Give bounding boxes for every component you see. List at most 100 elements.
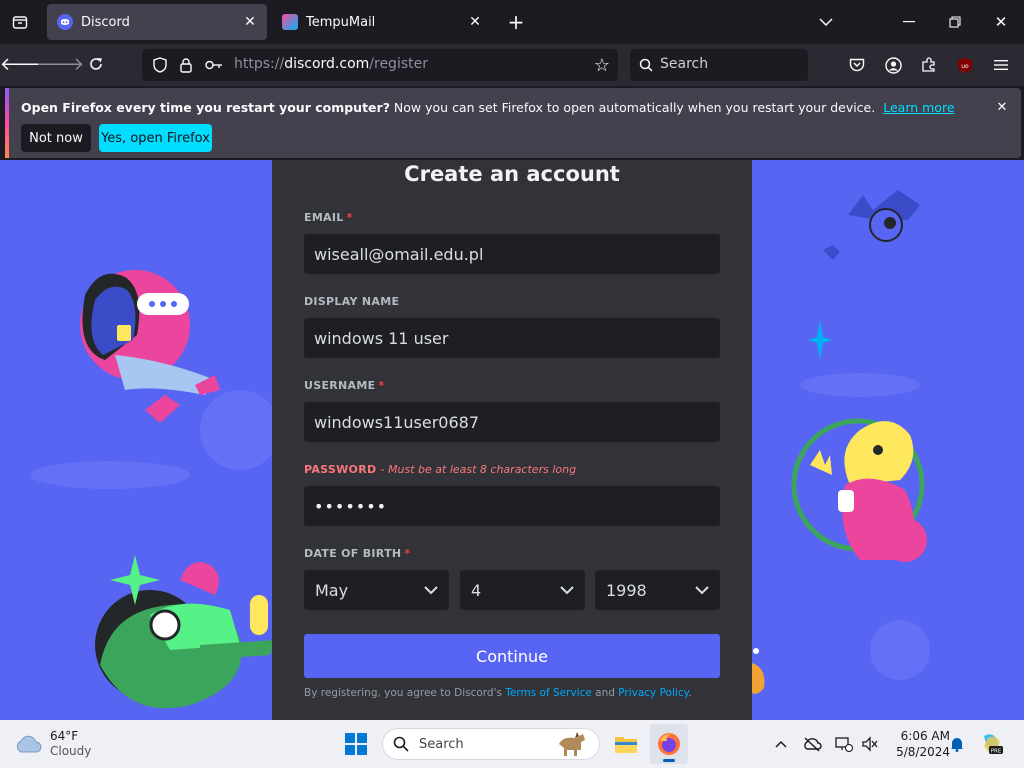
required-asterisk: * [346,211,353,224]
password-field[interactable]: ••••••• [304,486,720,526]
email-label: EMAIL * [304,211,353,224]
display-name-label: DISPLAY NAME [304,295,400,308]
search-icon [636,55,656,75]
restore-icon[interactable] [938,6,972,38]
privacy-policy-link[interactable]: Privacy Policy [618,687,688,699]
taskbar-search-label: Search [419,736,464,752]
bookmark-star-icon[interactable]: ☆ [590,53,614,77]
display-name-field[interactable]: windows 11 user [304,318,720,358]
username-label-text: USERNAME [304,379,376,392]
back-icon[interactable]: 🡐 [0,50,48,78]
ublock-origin-icon[interactable]: uo [952,52,978,78]
windows-taskbar: 64°F Cloudy Search 6:06 AM 5/8/2024 PRE [0,720,1024,768]
firefox-taskbar-icon[interactable] [650,724,688,764]
extensions-puzzle-icon[interactable] [916,52,942,78]
bat-creature-illustration [823,190,920,260]
svg-text:uo: uo [961,63,969,70]
url-prefix: https:// [234,56,285,72]
volume-muted-icon[interactable] [858,732,882,756]
notification-message: Open Firefox every time you restart your… [21,100,955,115]
search-icon [393,736,409,752]
running-indicator [663,759,675,762]
clock-time: 6:06 AM [900,729,950,743]
continue-button[interactable]: Continue [304,634,720,678]
day-select[interactable]: 4 [460,570,585,610]
year-value: 1998 [606,580,647,600]
weather-widget[interactable]: 64°F Cloudy [14,726,104,762]
new-tab-icon[interactable]: + [502,8,530,36]
url-text[interactable]: https://discord.com/register [234,56,428,72]
green-monster-illustration [95,555,275,709]
month-select[interactable]: May [304,570,449,610]
reload-icon[interactable] [82,50,110,78]
terms-text: By registering, you agree to Discord's T… [304,687,692,699]
required-asterisk: * [404,547,411,560]
pocket-icon[interactable] [844,52,870,78]
show-hidden-icons-chevron-icon[interactable] [770,732,792,756]
minimize-icon[interactable] [892,6,926,38]
notification-text: Now you can set Firefox to open automati… [389,100,876,115]
copilot-pre-icon[interactable]: PRE [978,730,1006,758]
year-select[interactable]: 1998 [595,570,720,610]
cloud-icon [16,735,42,753]
form-title: Create an account [404,162,620,186]
search-highlight-horse-icon [559,732,585,756]
close-notification-icon[interactable]: ✕ [991,96,1013,118]
terms-of-service-link[interactable]: Terms of Service [505,687,592,699]
tab-discord[interactable]: Discord ✕ [47,4,267,40]
tracking-protection-shield-icon[interactable] [148,53,172,77]
tab-tempumail[interactable]: TempuMail ✕ [272,4,492,40]
chevron-down-icon [424,585,438,594]
url-domain: discord.com [284,56,370,72]
discord-register-page: Create an account EMAIL * wiseall@omail.e… [0,160,1024,720]
learn-more-link[interactable]: Learn more [883,100,954,115]
lock-icon[interactable] [174,53,198,77]
onedrive-offline-icon[interactable] [800,732,824,756]
email-field[interactable]: wiseall@omail.edu.pl [304,234,720,274]
partial-character-illustration [752,648,765,694]
hooded-character-illustration [80,270,220,423]
chevron-down-icon [560,585,574,594]
password-label: PASSWORD - Must be at least 8 characters… [304,463,576,476]
tempumail-icon [282,14,298,30]
weather-desc: Cloudy [50,744,92,758]
search-bar[interactable]: Search [630,49,808,81]
close-tab-icon[interactable]: ✕ [241,13,259,31]
key-permissions-icon[interactable] [202,53,226,77]
not-now-button[interactable]: Not now [21,124,91,152]
tab-title: TempuMail [306,14,376,30]
clock[interactable]: 6:06 AM 5/8/2024 [886,726,950,762]
taskbar-search-box[interactable]: Search [382,728,600,760]
username-field[interactable]: windows11user0687 [304,402,720,442]
email-label-text: EMAIL [304,211,344,224]
day-value: 4 [471,580,482,600]
firefox-startup-notification: Open Firefox every time you restart your… [5,88,1021,158]
url-path: /register [369,56,428,72]
clock-date: 5/8/2024 [896,745,950,759]
weather-temp: 64°F [50,729,79,743]
svg-text:PRE: PRE [991,749,1002,755]
date-of-birth-label: DATE OF BIRTH * [304,547,410,560]
password-label-text: PASSWORD [304,463,377,476]
forward-icon[interactable]: 🡒 [36,50,84,78]
network-icon[interactable] [832,732,856,756]
terms-suffix: . [688,687,692,699]
close-window-icon[interactable]: ✕ [984,6,1018,38]
username-label: USERNAME * [304,379,384,392]
tab-title: Discord [81,14,130,30]
start-windows-icon[interactable] [340,728,372,760]
registration-card: Create an account EMAIL * wiseall@omail.e… [272,160,752,720]
terms-and: and [591,687,619,699]
yes-open-firefox-button[interactable]: Yes, open Firefox [99,124,212,152]
notification-bell-icon[interactable] [946,732,968,756]
search-placeholder: Search [660,56,709,72]
url-bar[interactable]: https://discord.com/register ☆ [142,49,618,81]
tab-overview-icon[interactable] [6,8,34,36]
dob-label-text: DATE OF BIRTH [304,547,402,560]
close-tab-icon[interactable]: ✕ [466,13,484,31]
file-explorer-icon[interactable] [608,726,644,762]
menu-hamburger-icon[interactable] [988,52,1014,78]
tab-bar: Discord ✕ TempuMail ✕ + ✕ [0,0,1024,44]
account-icon[interactable] [880,52,906,78]
list-all-tabs-icon[interactable] [812,8,840,36]
